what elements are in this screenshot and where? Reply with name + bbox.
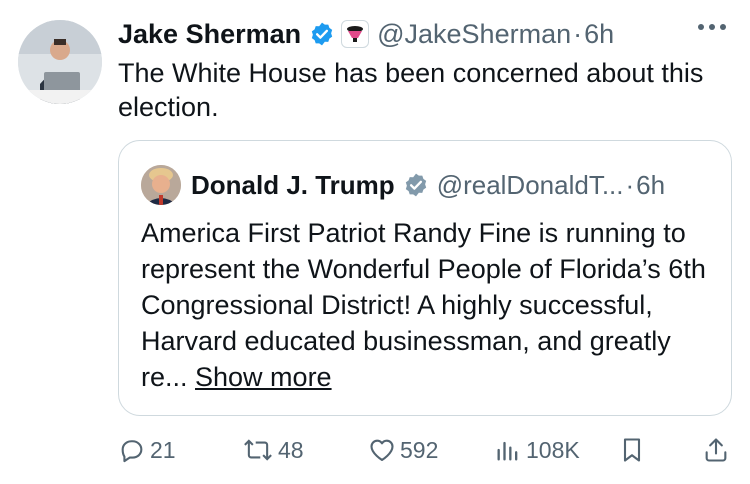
- repost-icon: [244, 439, 272, 461]
- tweet-timestamp[interactable]: 6h: [584, 19, 614, 50]
- quoted-separator-dot: ·: [625, 169, 635, 200]
- verified-badge-icon[interactable]: [309, 21, 335, 47]
- reply-button[interactable]: 21: [118, 432, 176, 468]
- author-handle[interactable]: @JakeSherman: [377, 19, 571, 50]
- reply-icon: [121, 440, 143, 463]
- bookmark-button[interactable]: [618, 432, 650, 468]
- quoted-tweet[interactable]: Donald J. Trump @realDonaldT... · 6h Ame…: [118, 140, 732, 416]
- gray-verified-badge-icon: [403, 172, 429, 198]
- affiliation-badge-icon[interactable]: [341, 20, 370, 48]
- quoted-tweet-text: America First Patriot Randy Fine is runn…: [141, 215, 721, 395]
- tweet-header: Jake Sherman @JakeSherman · 6h: [118, 14, 614, 54]
- tweet-text: The White House has been concerned about…: [118, 58, 704, 122]
- reply-count: 21: [150, 436, 176, 463]
- quoted-timestamp: 6h: [636, 169, 666, 200]
- quoted-author-avatar: [141, 165, 181, 205]
- quoted-tweet-header: Donald J. Trump @realDonaldT... · 6h: [141, 165, 665, 205]
- quoted-author-name: Donald J. Trump: [191, 169, 395, 200]
- author-name[interactable]: Jake Sherman: [118, 19, 301, 50]
- repost-button[interactable]: 48: [242, 432, 304, 468]
- author-avatar[interactable]: [18, 20, 102, 104]
- quoted-author-handle: @realDonaldT...: [436, 169, 624, 200]
- views-chart-icon: [497, 441, 518, 461]
- more-options-icon[interactable]: [696, 20, 728, 38]
- repost-count: 48: [278, 436, 304, 463]
- bookmark-icon: [623, 438, 641, 462]
- separator-dot: ·: [573, 18, 583, 49]
- views-count: 108K: [526, 436, 580, 463]
- like-count: 592: [400, 436, 439, 463]
- share-icon: [705, 438, 727, 462]
- action-bar: 21 48 592 108K: [118, 432, 730, 468]
- share-button[interactable]: [702, 432, 734, 468]
- views-button[interactable]: 108K: [494, 432, 580, 468]
- show-more-link[interactable]: Show more: [195, 362, 332, 392]
- like-button[interactable]: 592: [368, 432, 438, 468]
- heart-icon: [370, 439, 394, 461]
